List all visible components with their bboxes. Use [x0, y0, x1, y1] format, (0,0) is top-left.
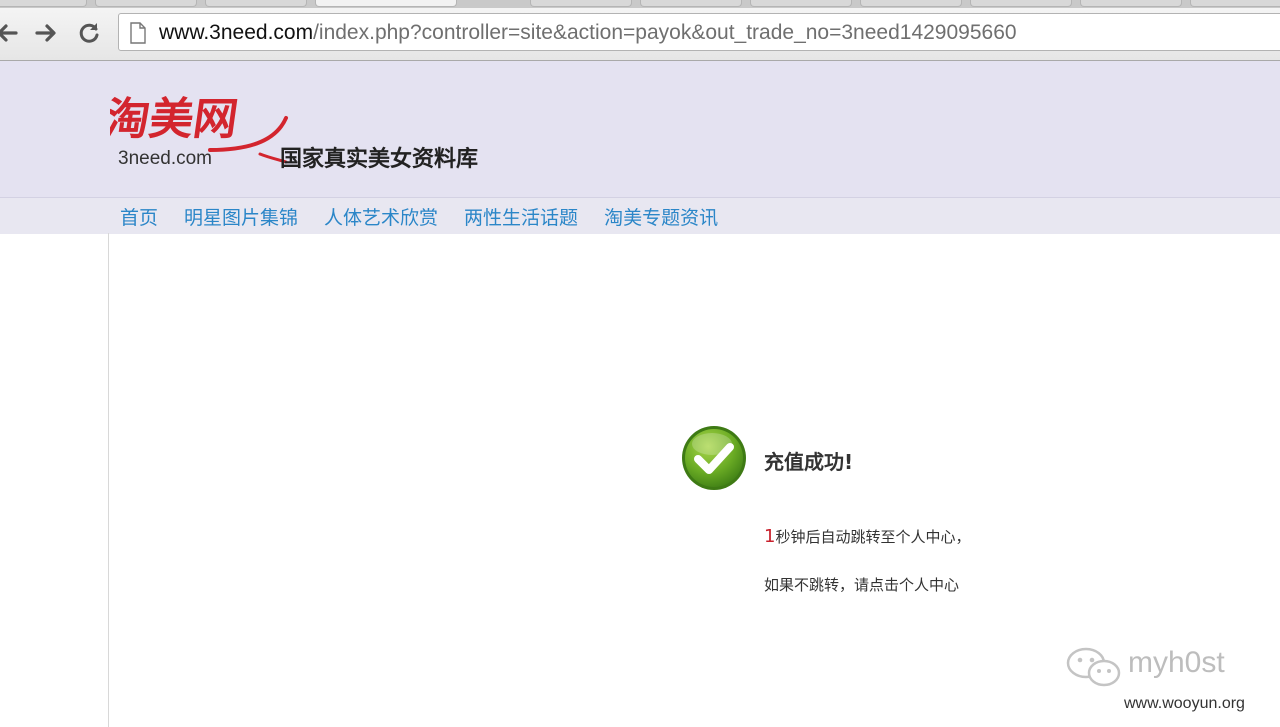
wechat-icon	[1066, 647, 1121, 687]
nav-item-celebrity-photos[interactable]: 明星图片集锦	[184, 203, 298, 230]
browser-tab[interactable]	[205, 0, 307, 7]
page-icon	[130, 22, 146, 44]
browser-toolbar: www.3need.com/index.php?controller=site&…	[0, 8, 1280, 61]
browser-tab[interactable]	[860, 0, 962, 7]
address-url-host: www.3need.com	[159, 21, 314, 44]
back-button[interactable]	[0, 18, 22, 48]
main-nav: 首页 明星图片集锦 人体艺术欣赏 两性生活话题 淘美专题资讯	[0, 197, 1280, 234]
logo-text: 淘美网	[110, 93, 241, 145]
browser-tab[interactable]	[1190, 0, 1280, 7]
browser-tab[interactable]	[970, 0, 1072, 7]
watermark-name: myh0st	[1128, 646, 1225, 679]
forward-button[interactable]	[31, 18, 61, 48]
site-slogan: 国家真实美女资料库	[280, 147, 479, 172]
logo-domain: 3need.com	[118, 148, 213, 169]
address-url-path: /index.php?controller=site&action=payok&…	[313, 21, 1017, 44]
manual-redirect-link[interactable]: 如果不跳转，请点击个人中心	[764, 574, 959, 595]
redirect-message: 1秒钟后自动跳转至个人中心，	[764, 526, 970, 547]
browser-tab[interactable]	[1080, 0, 1182, 7]
browser-tab[interactable]	[0, 0, 87, 7]
browser-tab[interactable]	[640, 0, 742, 7]
address-bar[interactable]: www.3need.com/index.php?controller=site&…	[118, 13, 1280, 51]
back-arrow-icon	[0, 24, 18, 42]
reload-icon	[79, 23, 99, 43]
nav-item-body-art[interactable]: 人体艺术欣赏	[324, 203, 438, 230]
checkmark-circle-icon	[682, 426, 746, 490]
nav-item-relationship-topics[interactable]: 两性生活话题	[464, 203, 578, 230]
forward-arrow-icon	[35, 24, 56, 42]
countdown-seconds: 1	[764, 526, 776, 547]
browser-tab[interactable]	[750, 0, 852, 7]
reload-button[interactable]	[74, 18, 104, 48]
address-url[interactable]: www.3need.com/index.php?controller=site&…	[159, 20, 1017, 46]
browser-tab-active[interactable]	[315, 0, 457, 7]
content-divider	[108, 233, 109, 727]
nav-item-home[interactable]: 首页	[120, 203, 158, 230]
browser-tab-strip	[0, 0, 1280, 8]
success-title: 充值成功!	[764, 450, 854, 474]
watermark-site: www.wooyun.org	[1124, 695, 1245, 712]
browser-tab[interactable]	[95, 0, 197, 7]
redirect-text: 秒钟后自动跳转至个人中心，	[775, 528, 971, 546]
browser-tab[interactable]	[530, 0, 632, 7]
nav-item-special-news[interactable]: 淘美专题资讯	[604, 203, 718, 230]
